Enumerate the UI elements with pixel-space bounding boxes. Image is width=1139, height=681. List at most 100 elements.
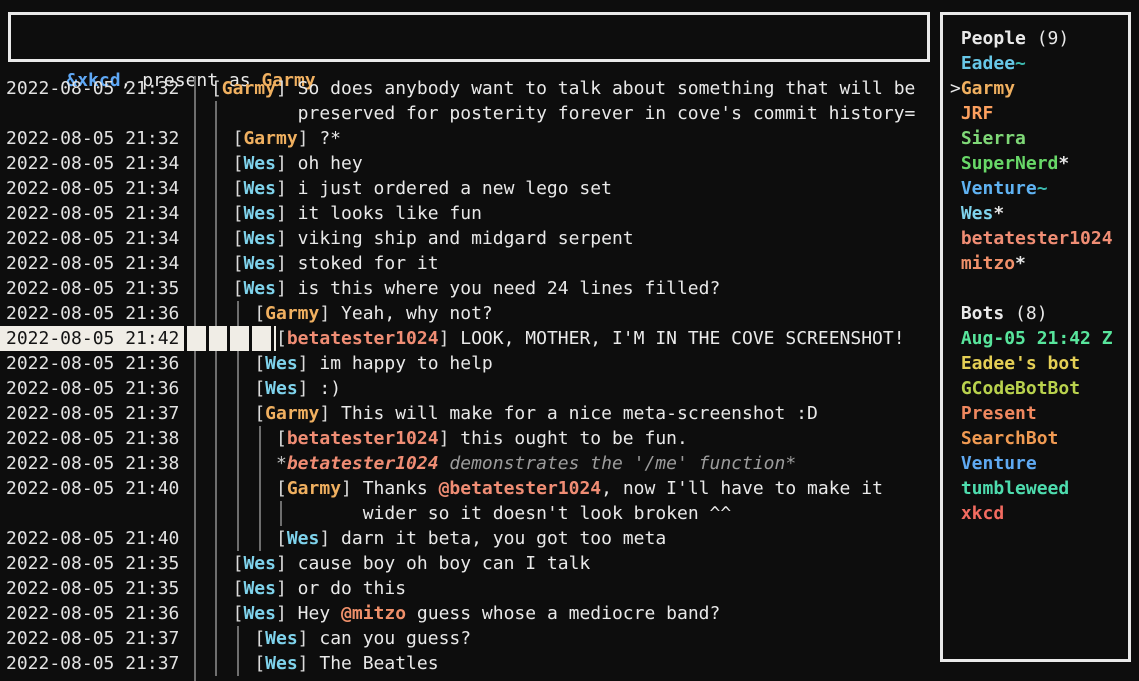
timestamp: 2022-08-05 21:35 xyxy=(6,551,179,576)
member-name: Present xyxy=(961,403,1037,424)
chat-message-row[interactable]: 2022-08-05 21:36[Wes] :) xyxy=(0,376,938,401)
text-segment: Bots xyxy=(961,303,1004,324)
sidebar-indent xyxy=(950,228,961,249)
timestamp: 2022-08-05 21:34 xyxy=(6,251,179,276)
text-segment: ] xyxy=(276,178,298,199)
chat-message-row[interactable]: 2022-08-05 21:36[Wes] im happy to help xyxy=(0,351,938,376)
message-text: [Wes] cause boy oh boy can I talk xyxy=(233,551,591,576)
text-segment: ] xyxy=(276,553,298,574)
timestamp: 2022-08-05 21:34 xyxy=(6,201,179,226)
sidebar-member-present[interactable]: Present xyxy=(950,401,1037,426)
chat-message-row[interactable]: 2022-08-05 21:34[Wes] stoked for it xyxy=(0,251,938,276)
text-segment: ] xyxy=(319,303,341,324)
sidebar-member-venture[interactable]: Venture xyxy=(950,451,1037,476)
text-segment: [ xyxy=(276,528,287,549)
sidebar-member-eadee-s-bot[interactable]: Eadee's bot xyxy=(950,351,1080,376)
member-name: Eadee's bot xyxy=(961,353,1080,374)
timestamp: 2022-08-05 21:37 xyxy=(6,626,179,651)
nick: Wes xyxy=(243,603,276,624)
chat-message-row[interactable]: 2022-08-05 21:37[Wes] The Beatles xyxy=(0,651,938,676)
sidebar-member-venture[interactable]: Venture~ xyxy=(950,176,1048,201)
sidebar-indent xyxy=(950,128,961,149)
sidebar-member-supernerd[interactable]: SuperNerd* xyxy=(950,151,1069,176)
member-name: SuperNerd xyxy=(961,153,1059,174)
chat-message-row[interactable]: 2022-08-05 21:36[Garmy] Yeah, why not? xyxy=(0,301,938,326)
text-segment: * xyxy=(276,453,287,474)
text-segment: ] xyxy=(276,253,298,274)
sidebar-indent xyxy=(950,328,961,349)
status-suffix: ~ xyxy=(1015,53,1026,74)
text-segment: demonstrates the '/me' function* xyxy=(439,453,797,474)
text-segment: ] xyxy=(298,128,320,149)
nick: betatester1024 xyxy=(287,328,439,349)
text-segment: is this where you need 24 lines filled? xyxy=(298,278,721,299)
chat-message-row[interactable]: 2022-08-05 21:34[Wes] i just ordered a n… xyxy=(0,176,938,201)
sidebar-member-xkcd[interactable]: xkcd xyxy=(950,501,1004,526)
nick: Garmy xyxy=(287,478,341,499)
text-segment: ] xyxy=(298,628,320,649)
member-name: Aug-05 21:42 Z xyxy=(961,328,1113,349)
text-segment: [ xyxy=(211,78,222,99)
chat-message-row[interactable]: 2022-08-05 21:40[Wes] darn it beta, you … xyxy=(0,526,938,551)
member-name: GCodeBotBot xyxy=(961,378,1080,399)
chat-message-row[interactable]: 2022-08-05 21:32[Garmy] ?* xyxy=(0,126,938,151)
chat-message-row[interactable]: 2022-08-05 21:35[Wes] or do this xyxy=(0,576,938,601)
text-segment: ] xyxy=(276,203,298,224)
chat-message-row[interactable]: 2022-08-05 21:40[Garmy] Thanks @betatest… xyxy=(0,476,938,501)
sidebar-member-wes[interactable]: Wes* xyxy=(950,201,1004,226)
text-segment: ] xyxy=(439,428,461,449)
sidebar-member-jrf[interactable]: JRF xyxy=(950,101,993,126)
text-segment: [ xyxy=(233,153,244,174)
chat-message-row[interactable]: 2022-08-05 21:35 [Wes] cause boy oh boy c… xyxy=(0,551,938,576)
nick: Wes xyxy=(265,353,298,374)
member-name: tumbleweed xyxy=(961,478,1069,499)
sidebar-member-mitzo[interactable]: mitzo* xyxy=(950,251,1026,276)
text-segment: oh hey xyxy=(298,153,363,174)
chat-message-row[interactable]: 2022-08-05 21:35[Wes] is this where you … xyxy=(0,276,938,301)
text-segment: [ xyxy=(254,378,265,399)
message-text: [Garmy] ?* xyxy=(233,126,341,151)
chat-message-row[interactable]: 2022-08-05 21:32[Garmy] So does anybody … xyxy=(0,76,938,101)
sidebar-indent xyxy=(950,378,961,399)
sidebar-member-gcodebotbot[interactable]: GCodeBotBot xyxy=(950,376,1080,401)
chat-message-row[interactable]: 2022-08-05 21:34[Wes] viking ship and mi… xyxy=(0,226,938,251)
text-segment: [ xyxy=(254,653,265,674)
message-text: [Wes] The Beatles xyxy=(254,651,438,676)
chat-message-row[interactable]: 2022-08-05 21:38[betatester1024] this ou… xyxy=(0,426,938,451)
chat-message-row[interactable]: 2022-08-05 21:34[Wes] it looks like fun xyxy=(0,201,938,226)
chat-wrap-row: preserved for posterity forever in cove'… xyxy=(0,101,938,126)
chat-message-row[interactable]: 2022-08-05 21:37[Garmy] This will make f… xyxy=(0,401,938,426)
nick: Wes xyxy=(243,278,276,299)
text-segment: stoked for it xyxy=(298,253,439,274)
sidebar-indent xyxy=(950,53,961,74)
text-segment: So does anybody want to talk about somet… xyxy=(298,78,916,99)
chat-message-row[interactable]: 2022-08-05 21:38*betatester1024 demonstr… xyxy=(0,451,938,476)
nick: Wes xyxy=(265,628,298,649)
text-segment: ] xyxy=(276,578,298,599)
chat-message-row[interactable]: 2022-08-05 21:37[Wes] can you guess? xyxy=(0,626,938,651)
sidebar-member-sierra[interactable]: Sierra xyxy=(950,126,1026,151)
sidebar-member-garmy[interactable]: >Garmy xyxy=(950,76,1015,101)
sidebar-member-aug-05-21-42-z[interactable]: Aug-05 21:42 Z xyxy=(950,326,1113,351)
text-segment: [ xyxy=(233,203,244,224)
sidebar-member-eadee[interactable]: Eadee~ xyxy=(950,51,1026,76)
sidebar-member-searchbot[interactable]: SearchBot xyxy=(950,426,1058,451)
message-text: [Wes] darn it beta, you got too meta xyxy=(276,526,666,551)
sidebar-member-tumbleweed[interactable]: tumbleweed xyxy=(950,476,1069,501)
sidebar-indent xyxy=(950,178,961,199)
text-segment: [ xyxy=(276,428,287,449)
chat-message-row[interactable]: 2022-08-05 21:42[betatester1024] LOOK, M… xyxy=(0,326,938,351)
member-name: JRF xyxy=(961,103,994,124)
message-text: [Wes] viking ship and midgard serpent xyxy=(233,226,634,251)
text-segment: ] xyxy=(298,353,320,374)
message-text: [Wes] i just ordered a new lego set xyxy=(233,176,612,201)
sidebar-indent xyxy=(950,253,961,274)
sidebar-member-betatester1024[interactable]: betatester1024 xyxy=(950,226,1113,251)
mention: @mitzo xyxy=(341,603,406,624)
highlight-bar-tick xyxy=(249,326,252,351)
chat-message-row[interactable]: 2022-08-05 21:34[Wes] oh hey xyxy=(0,151,938,176)
text-segment: it looks like fun xyxy=(298,203,482,224)
chat-message-row[interactable]: 2022-08-05 21:36[Wes] Hey @mitzo guess w… xyxy=(0,601,938,626)
member-name: xkcd xyxy=(961,503,1004,524)
text-segment: :) xyxy=(319,378,341,399)
